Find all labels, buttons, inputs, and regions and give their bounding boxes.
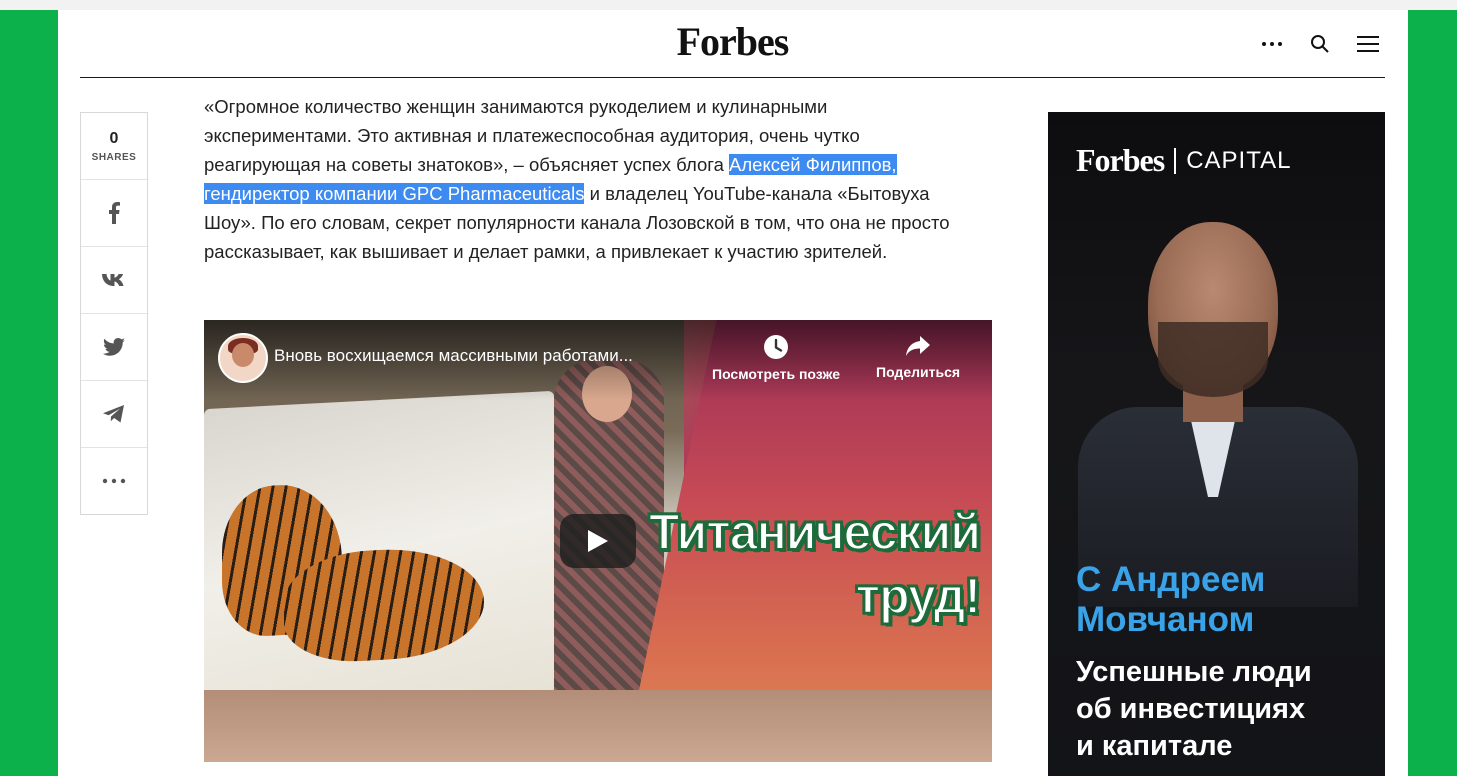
ad-headline-line1: С Андреем [1076,560,1266,599]
more-icon [102,478,126,484]
share-video-label: Поделиться [876,364,961,380]
channel-avatar[interactable] [218,333,268,383]
twitter-icon [103,338,125,356]
thumbnail-caption: Титанический труд! [648,500,982,628]
watch-later-button[interactable]: Посмотреть позже [712,334,840,382]
ad-logo-section: CAPITAL [1186,146,1292,174]
share-rail: 0 SHARES [80,112,148,515]
video-title[interactable]: Вновь восхищаемся массивными работами... [274,346,704,366]
play-icon [588,530,608,552]
vk-icon [102,274,124,286]
ad-logo-divider [1174,147,1177,174]
facebook-icon [109,202,120,224]
browser-top-band [0,0,1457,10]
floor [204,690,992,762]
share-arrow-icon [906,336,931,356]
thumbnail-caption-line1: Титанический [648,503,982,561]
share-twitter-button[interactable] [81,314,147,381]
thumbnail-caption-line2: труд! [855,567,982,625]
ad-portrait [1078,212,1358,607]
article-paragraph: «Огромное количество женщин занимаются р… [204,92,964,266]
clock-icon [764,335,789,359]
telegram-icon [103,405,124,423]
ad-subheadline: Успешные люди об инвестициях и капитале [1076,654,1312,765]
ad-sub-line3: и капитале [1076,730,1233,762]
youtube-embed[interactable]: Вновь восхищаемся массивными работами...… [204,320,992,762]
embroidery-canvas [204,390,554,710]
watch-later-label: Посмотреть позже [712,366,841,382]
share-telegram-button[interactable] [81,381,147,448]
ad-logo: Forbes CAPITAL [1076,142,1291,179]
ad-sub-line1: Успешные люди [1076,656,1312,688]
ad-beard [1158,322,1268,397]
share-video-button[interactable]: Поделиться [876,334,960,380]
shares-count: 0 [109,129,119,147]
ad-headline-line2: Мовчаном [1076,600,1255,639]
play-button[interactable] [560,514,636,568]
share-facebook-button[interactable] [81,180,147,247]
ad-logo-brand: Forbes [1076,142,1165,178]
ad-sub-line2: об инвестициях [1076,693,1306,725]
more-icon[interactable] [1255,30,1289,58]
ad-headline: С Андреем Мовчаном [1076,560,1265,640]
site-header: Forbes [80,10,1385,78]
header-icons [1255,30,1385,58]
menu-icon[interactable] [1351,30,1385,58]
share-vk-button[interactable] [81,247,147,314]
shares-counter: 0 SHARES [81,113,147,180]
shares-label: SHARES [91,151,137,163]
share-more-button[interactable] [81,448,147,514]
avatar-face [232,343,254,367]
advertisement-banner[interactable]: Forbes CAPITAL С Андреем Мовчаном Успешн… [1048,112,1385,776]
forbes-logo[interactable]: Forbes [80,18,1385,65]
search-icon[interactable] [1303,30,1337,58]
page: Forbes 0 SHARES «Огромное количество жен… [58,10,1408,776]
